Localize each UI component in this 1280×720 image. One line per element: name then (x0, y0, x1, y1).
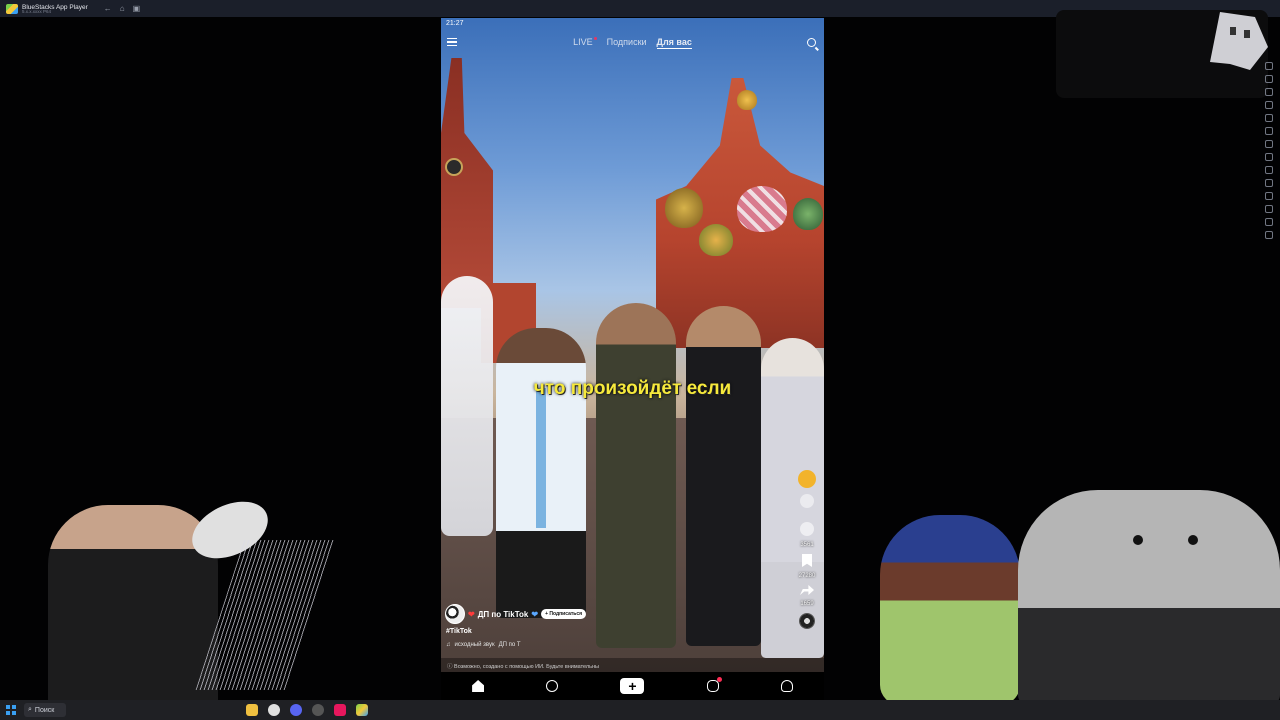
sidebar-tool-icon[interactable] (1265, 231, 1273, 239)
cat-eye (1188, 535, 1198, 545)
info-icon: ⓘ (447, 664, 455, 670)
explore-icon[interactable] (546, 680, 559, 692)
tab-for-you[interactable]: Для вас (656, 37, 692, 49)
share-icon[interactable] (800, 585, 814, 595)
sidebar-tool-icon[interactable] (1265, 127, 1273, 135)
sidebar-tool-icon[interactable] (1265, 62, 1273, 70)
vtuber-avatar (880, 515, 1020, 705)
person-3 (686, 306, 761, 646)
bookmark-icon[interactable] (802, 554, 812, 567)
person-2 (596, 303, 676, 648)
sidebar-tool-icon[interactable] (1265, 205, 1273, 213)
live-dot-icon (593, 37, 597, 40)
person-1 (496, 328, 586, 618)
search-icon: ⌕ (28, 706, 32, 713)
kremlin-tower (441, 58, 493, 308)
like-icon[interactable] (800, 494, 814, 508)
ai-note-text: Возможно, создано с помощью ИИ. Будьте в… (454, 664, 599, 670)
coin-icon[interactable] (798, 470, 816, 488)
sidebar-tool-icon[interactable] (1265, 192, 1273, 200)
sidebar-tool-icon[interactable] (1265, 166, 1273, 174)
dome (793, 198, 823, 230)
taskbar-search-label: Поиск (34, 706, 55, 714)
file-explorer-icon[interactable] (246, 704, 258, 716)
tab-following[interactable]: Подписки (607, 37, 647, 49)
comment-count: 3561 (800, 542, 814, 548)
sidebar-tool-icon[interactable] (1265, 101, 1273, 109)
profile-icon[interactable] (780, 680, 793, 692)
multi-instance-icon[interactable]: ▣ (133, 4, 141, 13)
windows-taskbar: ⌕ Поиск (0, 700, 1280, 720)
blue-heart-icon: ❤ (531, 609, 539, 619)
red-heart-icon: ❤ (468, 609, 475, 619)
windows-start-icon[interactable] (6, 705, 16, 715)
desktop: BlueStacks App Player 5.x.x.xxxx P64 ← ⌂… (0, 0, 1280, 720)
sound-author: ДП по Т (498, 642, 521, 648)
dome (699, 224, 733, 256)
sidebar-tool-icon[interactable] (1265, 75, 1273, 83)
search-icon[interactable] (807, 38, 816, 47)
sidebar-tool-icon[interactable] (1265, 179, 1273, 187)
sidebar-tool-icon[interactable] (1265, 140, 1273, 148)
feed-tabs: LIVE Подписки Для вас (441, 37, 824, 49)
music-disc-icon[interactable] (799, 613, 815, 629)
share-count: 1659 (800, 601, 814, 607)
sound-name: исходный звук (454, 642, 495, 648)
discord-icon[interactable] (290, 704, 302, 716)
sidebar-tool-icon[interactable] (1265, 218, 1273, 226)
obs-icon[interactable] (312, 704, 324, 716)
video-caption: что произойдёт если (533, 378, 732, 399)
cat-eye (1133, 535, 1143, 545)
back-icon[interactable]: ← (104, 4, 112, 13)
home-icon[interactable] (472, 680, 485, 692)
music-note-icon: ♫ (446, 642, 451, 648)
emulator-sidebar (1262, 62, 1276, 239)
author-name[interactable]: ДП по TikTok (478, 610, 529, 619)
create-button[interactable]: + (620, 678, 645, 694)
app-title-block: BlueStacks App Player 5.x.x.xxxx P64 (18, 4, 88, 14)
titlebar-controls: ← ⌂ ▣ (104, 4, 140, 13)
hashtag[interactable]: #TikTok (446, 628, 472, 635)
status-time: 21:27 (446, 20, 464, 27)
white-statue (441, 276, 493, 536)
follow-button[interactable]: + Подписаться (541, 609, 587, 619)
clock-icon (445, 158, 463, 176)
home-icon[interactable]: ⌂ (120, 4, 125, 13)
tab-live-label: LIVE (573, 37, 593, 47)
taskbar-apps (246, 704, 368, 716)
bluestacks-logo-icon (6, 3, 18, 14)
dome (737, 186, 787, 232)
cat-vtuber-avatar (1018, 490, 1280, 705)
ai-generated-note: ⓘ Возможно, создано с помощью ИИ. Будьте… (441, 658, 824, 672)
bottom-nav: + (441, 672, 824, 700)
yandex-browser-icon[interactable] (268, 704, 280, 716)
sidebar-tool-icon[interactable] (1265, 153, 1273, 161)
author-avatar[interactable] (445, 604, 465, 624)
follow-label: Подписаться (549, 611, 583, 617)
sidebar-tool-icon[interactable] (1265, 88, 1273, 96)
inbox-icon[interactable] (706, 677, 722, 692)
dome (665, 188, 703, 228)
tab-live[interactable]: LIVE (573, 37, 597, 49)
phone-screen: 21:27 LIVE Подписки Для вас что произойд… (441, 18, 824, 700)
bluestacks-taskbar-icon[interactable] (356, 704, 368, 716)
comment-icon[interactable] (800, 522, 814, 536)
author-row: ❤ ДП по TikTok ❤ + Подписаться (445, 604, 587, 624)
dome (737, 90, 757, 110)
sound-row[interactable]: ♫ исходный звук ДП по Т (446, 642, 521, 648)
taskbar-search[interactable]: ⌕ Поиск (24, 703, 66, 717)
sidebar-tool-icon[interactable] (1265, 114, 1273, 122)
save-count: 27280 (798, 573, 816, 579)
app-icon[interactable] (334, 704, 346, 716)
action-rail: 3561 27280 1659 (798, 470, 816, 629)
